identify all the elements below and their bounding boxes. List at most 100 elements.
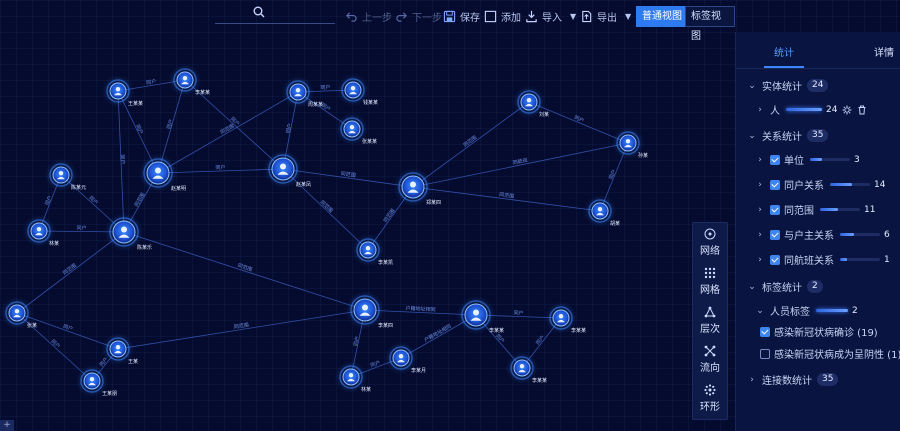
export-icon bbox=[582, 10, 592, 22]
relation-item-count: 6 bbox=[884, 229, 890, 240]
graph-node[interactable]: 陈某乐 bbox=[109, 217, 152, 251]
graph-edge-label: 同户 bbox=[320, 84, 330, 91]
node-label: 钱某某 bbox=[363, 99, 378, 106]
graph-node[interactable]: 陈某元 bbox=[49, 163, 86, 191]
collapse-toggle-button[interactable]: + bbox=[0, 420, 14, 431]
relation-count-bar bbox=[820, 208, 860, 211]
relation-item-label: 同户关系 bbox=[784, 181, 824, 192]
tab-divider bbox=[736, 68, 900, 69]
graph-node[interactable]: 刘某 bbox=[517, 90, 549, 118]
graph-node[interactable]: 张某某 bbox=[340, 117, 377, 145]
tag-item-negative[interactable]: 感染新冠状病成为呈阴性 (1) bbox=[760, 346, 900, 361]
tag-item-confirmed[interactable]: 感染新冠状病确诊 (19) bbox=[760, 324, 878, 339]
node-label: 周某某 bbox=[308, 102, 323, 108]
settings-icon[interactable] bbox=[842, 105, 852, 115]
undo-label: 上一步 bbox=[362, 12, 392, 24]
graph-node[interactable]: 王某 bbox=[106, 337, 138, 365]
checkbox-checked[interactable] bbox=[770, 154, 780, 165]
checkbox-unchecked[interactable] bbox=[760, 348, 770, 359]
graph-node[interactable]: 李某某 bbox=[173, 68, 210, 96]
tag-stats-title: 标签统计 bbox=[762, 283, 802, 294]
entity-item-person[interactable]: › 人 24 bbox=[756, 102, 867, 117]
tab-details[interactable]: 详情 bbox=[874, 44, 894, 59]
graph-node[interactable]: 钱某某 bbox=[341, 78, 378, 106]
relation-item[interactable]: › 同航班关系 1 bbox=[756, 252, 890, 267]
person-icon bbox=[14, 309, 20, 314]
tag-stats-header[interactable]: ⌄ 标签统计 2 bbox=[748, 279, 823, 294]
layout-grid-button[interactable]: 网格 bbox=[692, 262, 728, 301]
graph-edge-label: 同户 bbox=[98, 356, 110, 368]
tag-view-button[interactable]: 标签视图 bbox=[685, 6, 735, 42]
graph-node[interactable]: 李某四 bbox=[350, 295, 393, 329]
node-label: 赵某凤 bbox=[296, 181, 311, 188]
graph-edge-label: 同户 bbox=[87, 194, 99, 206]
layout-flow-label: 流向 bbox=[700, 363, 720, 374]
person-icon bbox=[348, 373, 354, 378]
graph-node[interactable]: 王某朋 bbox=[80, 369, 117, 397]
graph-node[interactable]: 张某 bbox=[5, 301, 37, 329]
delete-icon[interactable] bbox=[857, 105, 867, 115]
graph-node[interactable]: 李某凯 bbox=[356, 238, 393, 266]
graph-edge-label: 同范围 bbox=[319, 199, 335, 214]
chevron-down-icon: ▼ bbox=[625, 11, 632, 21]
node-label: 郑某四 bbox=[426, 199, 441, 206]
chevron-right-icon: › bbox=[758, 204, 762, 215]
graph-node[interactable]: 胡某 bbox=[588, 199, 620, 227]
checkbox-checked[interactable] bbox=[770, 254, 780, 265]
graph-node[interactable]: 林某 bbox=[339, 365, 371, 393]
relation-stats-header[interactable]: ⌄ 关系统计 35 bbox=[748, 128, 829, 143]
graph-node[interactable]: 王某某 bbox=[106, 79, 143, 107]
node-label: 李某某 bbox=[489, 327, 504, 334]
relation-item[interactable]: › 单位 3 bbox=[756, 152, 860, 167]
node-label: 王某 bbox=[128, 359, 138, 365]
tag-group-person[interactable]: ⌄ 人员标签 2 bbox=[756, 303, 858, 319]
checkbox-checked[interactable] bbox=[770, 204, 780, 215]
graph-node[interactable]: 周某某 bbox=[286, 80, 323, 108]
graph-edge-label: 同户 bbox=[134, 123, 145, 135]
relation-item[interactable]: › 同范围 11 bbox=[756, 202, 875, 217]
normal-view-button[interactable]: 普通视图 bbox=[636, 6, 688, 27]
graph-node[interactable]: 孙某 bbox=[616, 131, 648, 159]
relation-item[interactable]: › 与户主关系 6 bbox=[756, 227, 890, 242]
checkbox-checked[interactable] bbox=[770, 229, 780, 240]
redo-button[interactable]: 下一步 bbox=[395, 6, 442, 26]
checkbox-checked[interactable] bbox=[770, 179, 780, 190]
export-label: 导出 bbox=[597, 12, 617, 24]
graph-edge-label: 同范围 bbox=[61, 262, 77, 277]
graph-node[interactable]: 李某某 bbox=[549, 306, 586, 334]
layout-ring-button[interactable]: 环形 bbox=[692, 379, 728, 418]
add-button[interactable]: 添加 bbox=[484, 6, 521, 26]
connection-stats-header[interactable]: › 连接数统计 35 bbox=[748, 372, 839, 387]
relation-item[interactable]: › 同户关系 14 bbox=[756, 177, 885, 192]
app-window: 同户 同户 同户 同户 同户 同范围 同范围 同户 同户 同户 同范围 同范围 同范围 同航班 同范围 同范围… bbox=[0, 0, 900, 431]
entity-stats-header[interactable]: ⌄ 实体统计 24 bbox=[748, 78, 829, 93]
save-button[interactable]: 保存 bbox=[443, 6, 480, 26]
search-input[interactable] bbox=[215, 4, 335, 24]
layout-hierarchy-button[interactable]: 层次 bbox=[692, 301, 728, 340]
graph-node[interactable]: 林某 bbox=[27, 219, 59, 247]
graph-node[interactable]: 李某月 bbox=[389, 346, 426, 374]
node-label: 陈某元 bbox=[71, 184, 86, 191]
import-button[interactable]: 导入 ▼ bbox=[525, 6, 576, 26]
node-label: 胡某 bbox=[610, 220, 620, 227]
undo-button[interactable]: 上一步 bbox=[345, 6, 392, 26]
person-icon bbox=[115, 87, 121, 92]
tab-statistics[interactable]: 统计 bbox=[774, 44, 794, 59]
checkbox-checked[interactable] bbox=[760, 326, 770, 337]
graph-nodes: 王某某李某某赵某明赵某凤周某某 钱某某张某某郑某四刘某孙某胡某李某凯陈某元林某陈某… bbox=[5, 68, 648, 397]
relation-count-bar bbox=[840, 258, 880, 261]
layout-network-button[interactable]: 网络 bbox=[692, 223, 728, 262]
node-label: 孙某 bbox=[638, 152, 648, 159]
graph-node[interactable]: 李某某 bbox=[461, 300, 504, 334]
ring-icon bbox=[704, 384, 716, 396]
export-button[interactable]: 导出 ▼ bbox=[580, 6, 631, 26]
graph-edge-label: 同范围 bbox=[233, 321, 249, 330]
person-icon bbox=[625, 139, 631, 144]
layout-flow-button[interactable]: 流向 bbox=[692, 340, 728, 379]
graph-node[interactable]: 赵某凤 bbox=[268, 154, 311, 188]
chevron-right-icon: › bbox=[758, 254, 762, 265]
relationship-graph-canvas[interactable]: 同户同户 同户同户同户同范围同范围同户同户同户同范围同范围同范围同航班同范围同范围… bbox=[0, 0, 735, 431]
graph-edge-label: 同户 bbox=[285, 123, 294, 134]
tag-group-label: 人员标签 bbox=[770, 307, 810, 318]
relation-count-bar-fill bbox=[810, 158, 822, 161]
